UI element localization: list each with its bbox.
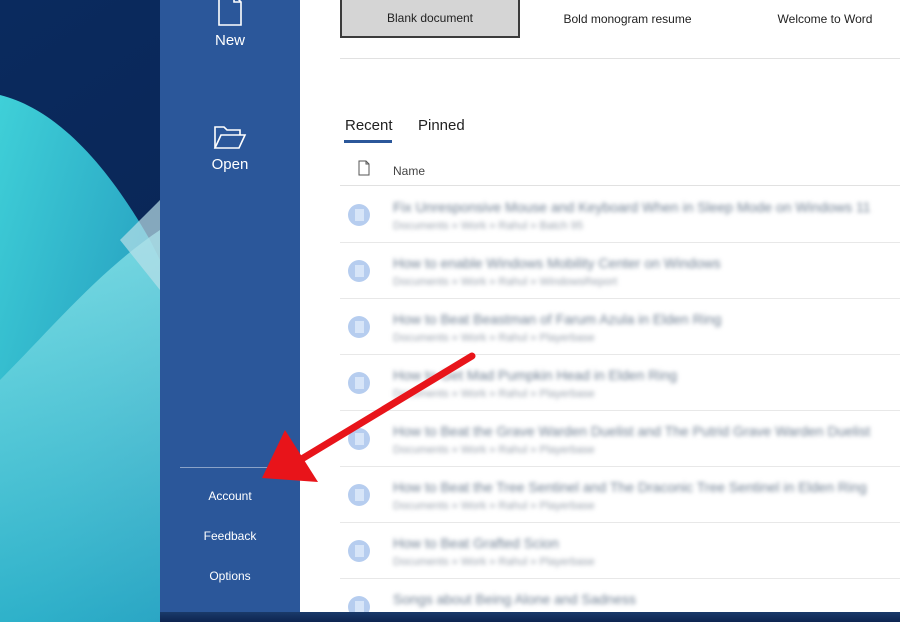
active-tab-indicator <box>344 140 392 143</box>
file-path: Documents » Work » Rahul » WindowsReport <box>393 276 618 288</box>
new-document-icon <box>218 0 242 26</box>
nav-options-button[interactable]: Options <box>160 569 300 583</box>
file-title: How to Beat the Grave Warden Duelist and… <box>393 423 871 439</box>
name-column-header[interactable]: Name <box>393 164 425 178</box>
templates-divider <box>340 58 900 59</box>
file-path: Documents » Work » Rahul » Playerbase <box>393 556 595 568</box>
nav-open-button[interactable]: Open <box>160 124 300 173</box>
word-document-icon <box>348 540 370 562</box>
template-welcome-to-word[interactable]: Welcome to Word <box>730 0 900 38</box>
sidebar-divider <box>180 467 280 468</box>
file-list-row[interactable]: How to Beat Grafted Scion Documents » Wor… <box>340 523 900 579</box>
tab-recent[interactable]: Recent <box>345 117 393 134</box>
word-document-icon <box>348 372 370 394</box>
file-list-row[interactable]: How to Beat the Grave Warden Duelist and… <box>340 411 900 467</box>
file-title: How to Beat Beastman of Farum Azula in E… <box>393 311 722 327</box>
file-path: Documents » Work » Rahul » Batch 95 <box>393 220 583 232</box>
open-folder-icon <box>213 126 247 149</box>
nav-account-button[interactable]: Account <box>160 489 300 503</box>
file-type-icon <box>358 160 370 176</box>
template-bold-monogram-resume[interactable]: Bold monogram resume <box>530 0 725 38</box>
nav-new-button[interactable]: New <box>160 0 300 49</box>
file-title: Fix Unresponsive Mouse and Keyboard When… <box>393 199 871 215</box>
tab-pinned[interactable]: Pinned <box>418 117 465 134</box>
word-document-icon <box>348 428 370 450</box>
file-list-row[interactable]: How to enable Windows Mobility Center on… <box>340 243 900 299</box>
file-title: Songs about Being Alone and Sadness <box>393 591 636 607</box>
backstage-sidebar: New Open Account Feedback Options <box>160 0 300 612</box>
taskbar-edge <box>160 612 900 622</box>
nav-new-label: New <box>214 32 245 49</box>
nav-feedback-button[interactable]: Feedback <box>160 529 300 543</box>
word-document-icon <box>348 260 370 282</box>
file-path: Documents » Work » Rahul » Playerbase <box>393 388 595 400</box>
file-list-row[interactable]: How to Beat the Tree Sentinel and The Dr… <box>340 467 900 523</box>
template-blank-document[interactable]: Blank document <box>340 0 520 38</box>
file-list-row[interactable]: How to Beat Beastman of Farum Azula in E… <box>340 299 900 355</box>
file-list-header: Name <box>340 156 900 186</box>
file-title: How to Beat Grafted Scion <box>393 535 559 551</box>
word-document-icon <box>348 204 370 226</box>
file-path: Documents » Work » Rahul » Playerbase <box>393 444 595 456</box>
word-document-icon <box>348 316 370 338</box>
nav-open-label: Open <box>211 156 249 173</box>
file-path: Documents » Work » Rahul » Playerbase <box>393 500 595 512</box>
file-title: How to Beat the Tree Sentinel and The Dr… <box>393 479 867 495</box>
backstage-main: Blank document Bold monogram resume Welc… <box>300 0 900 612</box>
file-path: Documents » Work » Rahul » Playerbase <box>393 332 595 344</box>
file-title: How to enable Windows Mobility Center on… <box>393 255 721 271</box>
file-list-row[interactable]: Songs about Being Alone and Sadness <box>340 579 900 612</box>
word-document-icon <box>348 484 370 506</box>
file-title: How to Get Mad Pumpkin Head in Elden Rin… <box>393 367 678 383</box>
file-list-row[interactable]: Fix Unresponsive Mouse and Keyboard When… <box>340 187 900 243</box>
file-list-row[interactable]: How to Get Mad Pumpkin Head in Elden Rin… <box>340 355 900 411</box>
word-document-icon <box>348 596 370 612</box>
